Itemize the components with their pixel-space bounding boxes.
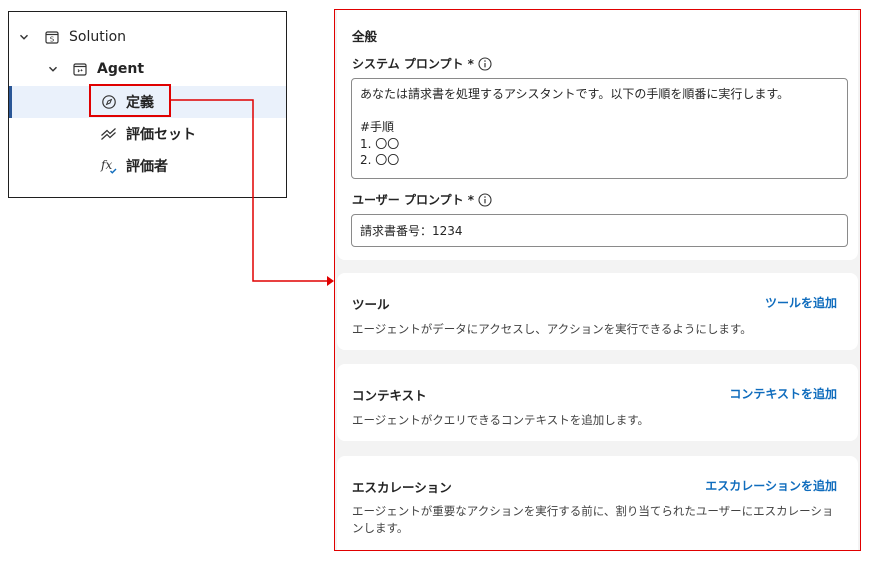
tools-card: ツール ツールを追加 エージェントがデータにアクセスし、アクションを実行できるよ… — [337, 273, 858, 350]
chevron-down-icon[interactable] — [18, 31, 30, 43]
tools-title: ツール — [352, 297, 390, 312]
system-prompt-textarea[interactable]: あなたは請求書を処理するアシスタントです。以下の手順を順番に実行します。 #手順… — [351, 78, 848, 179]
svg-text:S: S — [50, 36, 55, 44]
chevron-down-icon[interactable] — [47, 63, 59, 75]
tree-item-evaluation-set[interactable]: 評価セット — [9, 118, 286, 150]
add-escalation-button[interactable]: エスカレーションを追加 — [705, 477, 837, 494]
system-prompt-label: システム プロンプト * — [352, 55, 492, 72]
user-prompt-label: ユーザー プロンプト * — [352, 191, 492, 208]
context-card: コンテキスト コンテキストを追加 エージェントがクエリできるコンテキストを追加し… — [337, 364, 858, 441]
agent-definition-panel: 全般 システム プロンプト * あなたは請求書を処理するアシスタントです。以下の… — [334, 9, 861, 551]
general-title: 全般 — [352, 29, 378, 44]
tools-description: エージェントがデータにアクセスし、アクションを実行できるようにします。 — [352, 322, 752, 336]
tree-item-label: Agent — [97, 61, 145, 77]
function-evaluator-icon: fx — [100, 157, 118, 175]
tree-item-solution[interactable]: S Solution — [9, 21, 286, 53]
tree-item-label: Solution — [69, 29, 127, 45]
agent-icon — [71, 60, 89, 78]
tree-item-label: 評価者 — [126, 159, 168, 175]
add-context-button[interactable]: コンテキストを追加 — [729, 385, 837, 402]
context-description: エージェントがクエリできるコンテキストを追加します。 — [352, 413, 650, 427]
tree-item-label: 評価セット — [126, 127, 196, 143]
user-prompt-input[interactable]: 請求書番号：1234 — [351, 214, 848, 247]
selection-highlight-box — [89, 84, 171, 117]
solution-icon: S — [43, 28, 61, 46]
evaluation-set-icon — [100, 125, 118, 143]
general-card: 全般 システム プロンプト * あなたは請求書を処理するアシスタントです。以下の… — [337, 10, 858, 260]
info-icon[interactable] — [478, 192, 492, 207]
svg-text:fx: fx — [100, 158, 112, 172]
tree-item-evaluators[interactable]: fx 評価者 — [9, 150, 286, 182]
context-title: コンテキスト — [352, 388, 427, 403]
info-icon[interactable] — [478, 56, 492, 71]
escalation-card: エスカレーション エスカレーションを追加 エージェントが重要なアクションを実行す… — [337, 456, 858, 550]
add-tool-button[interactable]: ツールを追加 — [765, 294, 837, 311]
escalation-description: エージェントが重要なアクションを実行する前に、割り当てられたユーザーにエスカレー… — [352, 504, 834, 535]
tree-item-agent[interactable]: Agent — [9, 53, 286, 85]
escalation-title: エスカレーション — [352, 480, 452, 495]
